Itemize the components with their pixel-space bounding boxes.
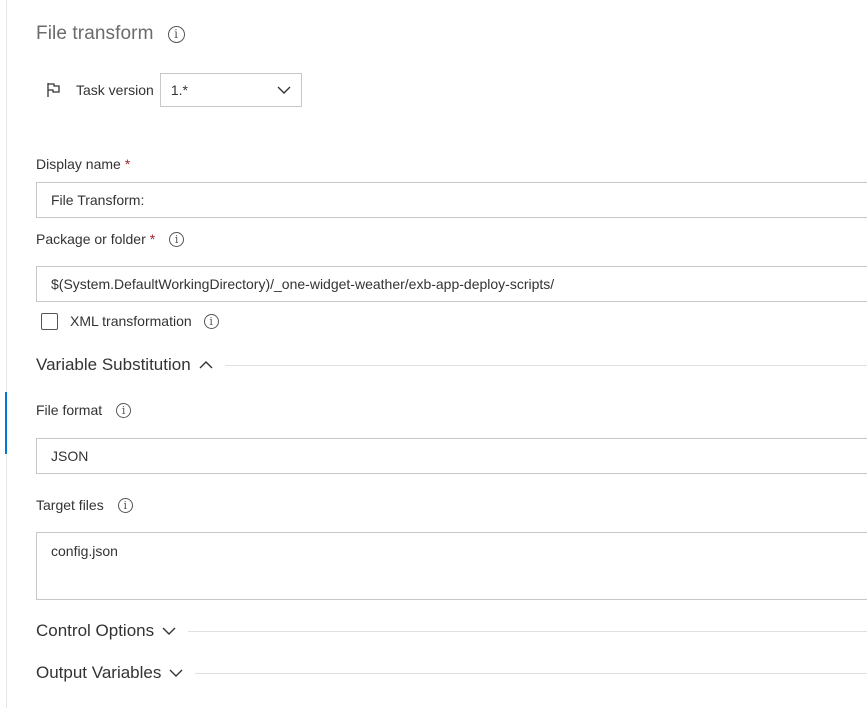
control-options-section[interactable]: Control Options	[36, 619, 867, 643]
divider	[224, 364, 867, 366]
task-version-row: Task version 1.*	[46, 72, 302, 108]
section-title: Control Options	[36, 621, 155, 640]
section-title: Variable Substitution	[36, 355, 191, 374]
info-icon[interactable]: i	[167, 25, 185, 43]
task-version-label: Task version	[76, 82, 154, 98]
file-format-input[interactable]: JSON	[36, 438, 867, 474]
info-icon[interactable]: i	[203, 313, 219, 329]
focus-indicator	[5, 392, 7, 454]
required-marker: *	[149, 231, 156, 247]
xml-transformation-label: XML transformation	[70, 313, 192, 329]
left-border	[6, 0, 7, 708]
divider	[188, 630, 867, 632]
package-label: Package or folder * i	[36, 231, 185, 247]
flag-icon	[47, 83, 60, 97]
display-name-label: Display name *	[36, 156, 131, 172]
variable-substitution-section[interactable]: Variable Substitution	[36, 353, 867, 377]
chevron-down-icon	[277, 86, 291, 94]
target-files-textarea[interactable]: config.json	[36, 532, 867, 600]
task-header: File transform i	[36, 20, 185, 48]
required-marker: *	[124, 156, 131, 172]
chevron-up-icon	[199, 361, 213, 369]
page-title: File transform	[36, 23, 154, 44]
task-version-dropdown[interactable]: 1.*	[159, 73, 302, 107]
info-icon[interactable]: i	[116, 402, 132, 418]
info-icon[interactable]: i	[169, 231, 185, 247]
xml-transformation-row: XML transformation i	[41, 311, 219, 331]
xml-transformation-checkbox[interactable]	[41, 312, 58, 330]
chevron-down-icon	[169, 669, 183, 677]
display-name-input[interactable]: File Transform:	[36, 182, 867, 218]
task-version-value: 1.*	[170, 82, 188, 98]
file-format-label: File format i	[36, 402, 132, 418]
divider	[195, 672, 867, 674]
chevron-down-icon	[162, 627, 176, 635]
package-input[interactable]: $(System.DefaultWorkingDirectory)/_one-w…	[36, 266, 867, 302]
target-files-label: Target files i	[36, 497, 133, 513]
info-icon[interactable]: i	[117, 497, 133, 513]
section-title: Output Variables	[36, 663, 162, 682]
output-variables-section[interactable]: Output Variables	[36, 661, 867, 685]
